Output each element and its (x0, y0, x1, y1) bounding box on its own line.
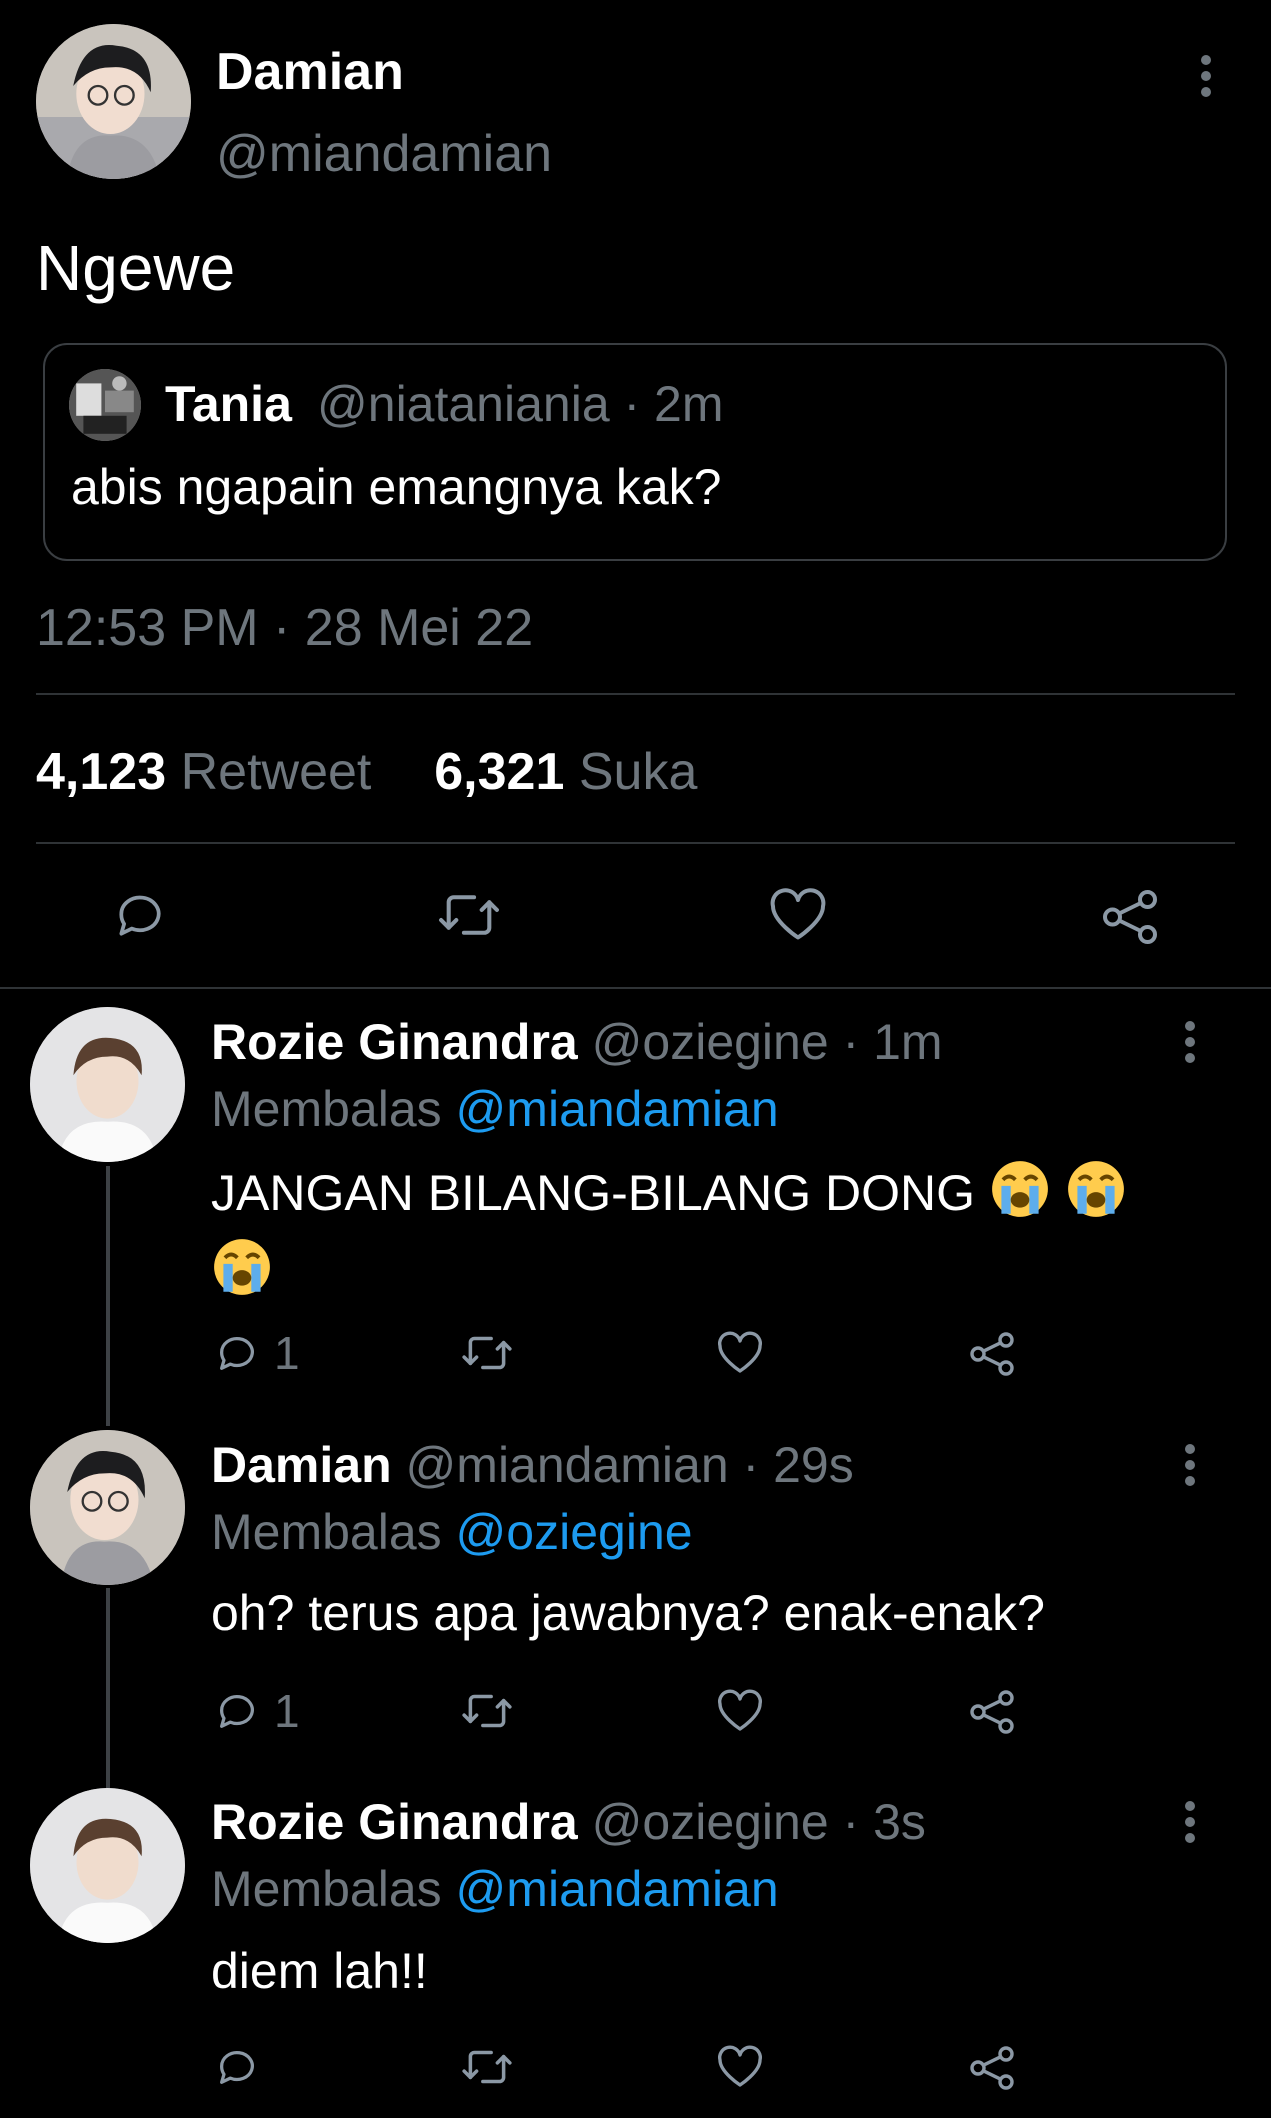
replying-to-link[interactable]: @oziegine (456, 1504, 693, 1560)
reply-meta[interactable]: @oziegine · 3s (592, 1794, 926, 1850)
reply-header: Rozie Ginandra @oziegine · 3s (211, 1792, 926, 1852)
avatar[interactable] (30, 1788, 185, 1943)
author-name[interactable]: Damian (216, 42, 404, 102)
replying-label: Membalas (211, 1504, 442, 1560)
like-icon[interactable] (716, 1688, 764, 1734)
replying-to-link[interactable]: @miandamian (456, 1861, 779, 1917)
replying-to-link[interactable]: @miandamian (456, 1081, 779, 1137)
replying-to: Membalas @miandamian (211, 1859, 779, 1919)
quoted-meta: @niataniania · 2m (317, 376, 724, 432)
replying-to: Membalas @miandamian (211, 1079, 779, 1139)
reply-icon[interactable] (214, 2044, 260, 2090)
quoted-tweet[interactable]: Tania @niataniania · 2m abis ngapain ema… (43, 343, 1227, 561)
reply-meta[interactable]: @miandamian · 29s (406, 1437, 854, 1493)
reply-header: Rozie Ginandra @oziegine · 1m (211, 1012, 943, 1072)
reply-author-name[interactable]: Rozie Ginandra (211, 1014, 578, 1070)
quoted-author-name: Tania (165, 376, 292, 432)
retweets-label[interactable]: Retweet (181, 743, 372, 801)
retweet-icon[interactable] (436, 887, 502, 943)
avatar (69, 369, 141, 441)
tweet-text: Ngewe (36, 232, 236, 304)
avatar-image (36, 24, 191, 179)
reply-icon[interactable] (214, 1688, 260, 1734)
thread-line (106, 1588, 110, 1788)
reply-count[interactable]: 1 (274, 1685, 300, 1737)
divider (36, 842, 1235, 844)
share-icon[interactable] (1100, 887, 1160, 947)
retweet-icon[interactable] (460, 1330, 514, 1376)
like-icon[interactable] (716, 2044, 764, 2090)
reply-header: Damian @miandamian · 29s (211, 1435, 854, 1495)
reply-text: oh? terus apa jawabnya? enak-enak? (211, 1585, 1045, 1641)
likes-label[interactable]: Suka (579, 743, 698, 801)
reply-text-line: JANGAN BILANG-BILANG DONG (211, 1165, 976, 1222)
reply-icon[interactable] (214, 1330, 260, 1376)
timestamp[interactable]: 12:53 PM · 28 Mei 22 (36, 598, 533, 658)
author-handle[interactable]: @miandamian (216, 124, 552, 184)
retweet-icon[interactable] (460, 1688, 514, 1734)
reply-meta[interactable]: @oziegine · 1m (592, 1014, 943, 1070)
reply-text: JANGAN BILANG-BILANG DONG (211, 1158, 1211, 1314)
share-icon[interactable] (968, 2044, 1016, 2092)
likes-count[interactable]: 6,321 (434, 743, 564, 801)
avatar-image (30, 1430, 185, 1585)
crying-emoji-icon (989, 1158, 1051, 1236)
reply-icon[interactable] (110, 887, 170, 943)
replying-label: Membalas (211, 1081, 442, 1137)
more-icon[interactable] (1180, 1443, 1200, 1487)
reply-count[interactable]: 1 (274, 1327, 300, 1379)
more-icon[interactable] (1180, 1800, 1200, 1844)
share-icon[interactable] (968, 1688, 1016, 1736)
replying-label: Membalas (211, 1861, 442, 1917)
divider (0, 987, 1271, 989)
retweet-icon[interactable] (460, 2044, 514, 2090)
retweets-count[interactable]: 4,123 (36, 743, 166, 801)
avatar[interactable] (36, 24, 191, 179)
like-icon[interactable] (716, 1330, 764, 1376)
replying-to: Membalas @oziegine (211, 1502, 693, 1562)
avatar-image (69, 369, 141, 441)
reply-text: diem lah!! (211, 1943, 428, 1999)
crying-emoji-icon (1065, 1158, 1127, 1236)
share-icon[interactable] (968, 1330, 1016, 1378)
thread-line (106, 1166, 110, 1426)
reply-author-name[interactable]: Rozie Ginandra (211, 1794, 578, 1850)
reply-author-name[interactable]: Damian (211, 1437, 392, 1493)
quoted-text: abis ngapain emangnya kak? (71, 459, 722, 515)
avatar[interactable] (30, 1430, 185, 1585)
more-icon[interactable] (1196, 54, 1216, 98)
divider (36, 693, 1235, 695)
avatar-image (30, 1788, 185, 1943)
avatar-image (30, 1007, 185, 1162)
avatar[interactable] (30, 1007, 185, 1162)
stats-row: 4,123 Retweet 6,321 Suka (36, 742, 697, 802)
more-icon[interactable] (1180, 1020, 1200, 1064)
like-icon[interactable] (768, 887, 828, 943)
crying-emoji-icon (211, 1236, 273, 1314)
